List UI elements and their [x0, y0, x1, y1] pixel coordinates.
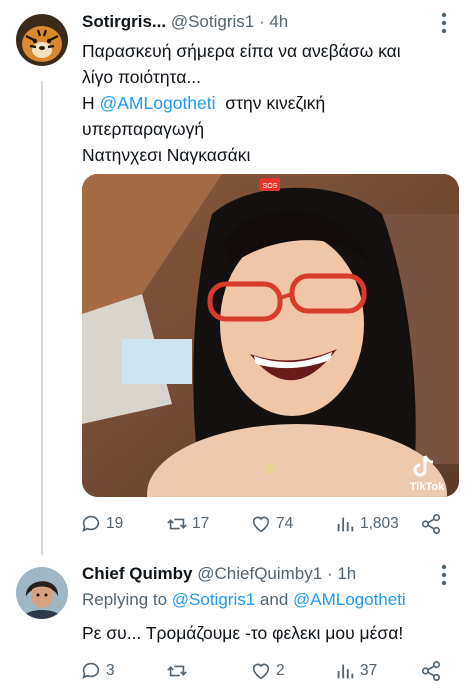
tweet1-share-button[interactable]: [420, 512, 446, 536]
heart-icon: [252, 516, 270, 533]
tweet1-line-3-suffix: στην κινεζική: [215, 93, 326, 113]
retweet-icon: [167, 518, 187, 530]
share-icon: [421, 661, 441, 681]
replying-to-and: and: [255, 590, 293, 609]
tweet2-time[interactable]: 1h: [337, 564, 356, 583]
tweet1-handle[interactable]: @Sotigris1: [171, 12, 254, 31]
tweet2-like-button[interactable]: 2: [250, 659, 285, 683]
tweet1-line-4: υπερπαραγωγή: [82, 119, 205, 139]
tweet2-share-button[interactable]: [420, 659, 446, 683]
tweet1-header: Sotirgris... @Sotigris1 · 4h: [82, 11, 288, 33]
tweet1-retweet-count: 17: [192, 515, 210, 532]
tweet1-time[interactable]: 4h: [269, 12, 288, 31]
tiktok-watermark: TikTok: [410, 481, 445, 493]
tiger-avatar[interactable]: [16, 14, 68, 66]
tweet1-reply-count: 19: [106, 515, 124, 532]
replying-to-prefix: Replying to: [82, 590, 172, 609]
tweet1-retweet-button[interactable]: 17: [166, 512, 209, 536]
reply-icon: [82, 662, 100, 679]
tweet2-views-button[interactable]: 37: [334, 659, 377, 683]
replying-to-line: Replying to @Sotigris1 and @AMLogotheti: [82, 590, 406, 610]
tweet1-more-icon[interactable]: [434, 12, 454, 34]
tweet2-header: Chief Quimby @ChiefQuimby1 · 1h: [82, 563, 356, 585]
tweet2-more-icon[interactable]: [434, 564, 454, 586]
tweet1-text: Παρασκευή σήμερα είπα να ανεβάσω και λίγ…: [82, 38, 462, 168]
reply-icon: [82, 515, 100, 532]
tweet1-line-3-prefix: Η: [82, 93, 100, 113]
views-icon: [337, 517, 354, 532]
tweet1-line-2: λίγο ποιότητα...: [82, 67, 201, 87]
tweet1-mention[interactable]: @AMLogotheti: [100, 93, 216, 113]
tweet1-like-button[interactable]: 74: [250, 512, 293, 536]
tweet2-separator: ·: [322, 564, 338, 583]
tweet1-video[interactable]: SOS TikTok: [82, 174, 459, 497]
tweet2-reply-button[interactable]: 3: [80, 659, 115, 683]
tweet1-separator: ·: [254, 12, 270, 31]
tweet2-view-count: 37: [360, 662, 378, 679]
tweet2-like-count: 2: [276, 662, 285, 679]
views-icon: [337, 664, 354, 679]
heart-icon: [252, 663, 270, 680]
tweet2-handle[interactable]: @ChiefQuimby1: [197, 564, 322, 583]
tweet2-retweet-button[interactable]: [166, 659, 192, 683]
video-sos-badge: SOS: [263, 183, 278, 190]
replying-to-user-1[interactable]: @Sotigris1: [172, 590, 255, 609]
tweet2-actions: 3 2 37: [80, 659, 456, 683]
tweet1-actions: 19 17 74 1,803: [80, 512, 456, 536]
chief-quimby-avatar[interactable]: [16, 567, 68, 619]
tweet1-display-name[interactable]: Sotirgris...: [82, 12, 166, 31]
tweet1-line-3: Η @AMLogotheti στην κινεζική: [82, 90, 462, 116]
tweet1-like-count: 74: [276, 515, 294, 532]
tweet1-line-1: Παρασκευή σήμερα είπα να ανεβάσω και: [82, 41, 401, 61]
thread-connector-line: [41, 81, 43, 555]
tweet1-line-5: Νατηνχεσι Ναγκασάκι: [82, 145, 251, 165]
share-icon: [421, 514, 441, 534]
replying-to-user-2[interactable]: @AMLogotheti: [293, 590, 406, 609]
tweet2-display-name[interactable]: Chief Quimby: [82, 564, 193, 583]
tweet2-text: Ρε συ... Τρομάζουμε -το φελεκι μου μέσα!: [82, 623, 404, 643]
tweet1-view-count: 1,803: [360, 515, 399, 532]
tweet2-reply-count: 3: [106, 662, 115, 679]
tweet1-views-button[interactable]: 1,803: [334, 512, 399, 536]
retweet-icon: [167, 665, 187, 677]
tweet1-reply-button[interactable]: 19: [80, 512, 123, 536]
